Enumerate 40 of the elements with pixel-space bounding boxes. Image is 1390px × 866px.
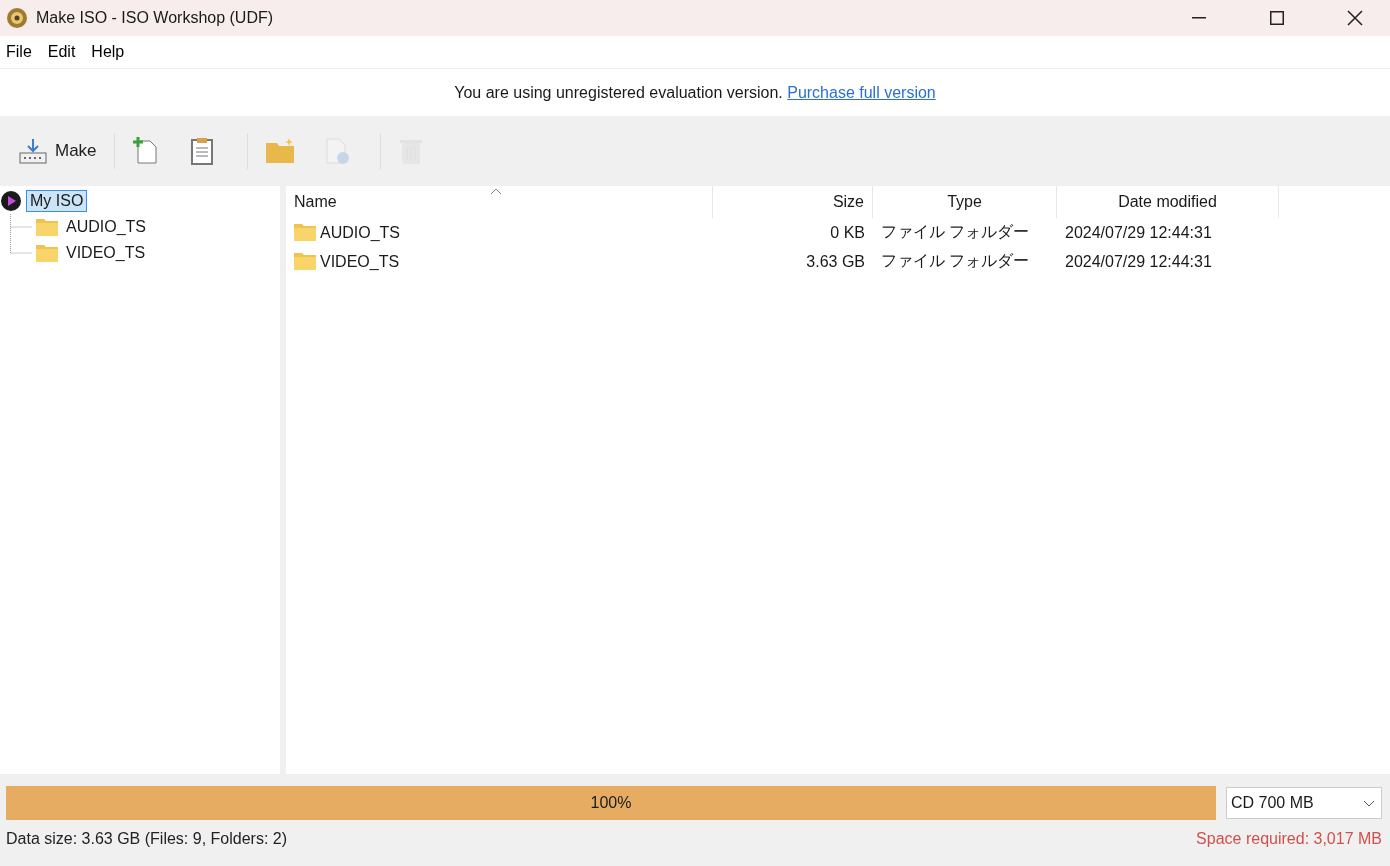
download-disc-icon	[19, 138, 47, 164]
chevron-down-icon	[1363, 799, 1375, 807]
progress-reading: 100%	[590, 794, 632, 812]
menu-item[interactable]: Edit	[41, 41, 82, 63]
maximize-icon	[1270, 11, 1284, 25]
folder-icon	[36, 218, 58, 236]
folder-icon	[294, 253, 316, 270]
table-cell: VIDEO_TS	[320, 252, 400, 271]
app-logo-icon	[6, 7, 28, 29]
menu-item[interactable]: File	[0, 41, 38, 63]
folder-icon	[264, 138, 295, 164]
table-cell-text: ファイル フォルダー	[880, 251, 1031, 271]
tree-item[interactable]: VIDEO_TS	[62, 242, 150, 264]
new-file-icon	[131, 137, 160, 165]
folder-icon	[36, 244, 58, 262]
media-size-dropdown[interactable]: CD 700 MB	[1226, 787, 1382, 819]
data-size-text: Data size: 3.63 GB (Files: 9, Folders: 2)	[6, 830, 287, 848]
table-cell-text: 3.63 GB	[805, 252, 866, 271]
column-header[interactable]: Name	[286, 186, 713, 218]
minimize-icon	[1192, 17, 1206, 19]
table-cell-text: 0 KB	[829, 223, 866, 242]
folder-icon	[294, 224, 316, 241]
disc-logo-icon	[0, 190, 22, 212]
table-cell-text: ファイル フォルダー	[880, 222, 1031, 242]
column-header[interactable]: Date modified	[1057, 186, 1279, 218]
column-header[interactable]: Type	[873, 186, 1057, 218]
table-cell-text: 2024/07/29 12:44:31	[1064, 223, 1213, 242]
window-title: Make ISO - ISO Workshop (UDF)	[36, 9, 275, 27]
table-cell-text: 2024/07/29 12:44:31	[1064, 252, 1213, 271]
menu-item[interactable]: Help	[85, 41, 131, 63]
evaluation-notice: You are using unregistered evaluation version. Purchase full version	[454, 83, 936, 102]
tree-item[interactable]: My ISO	[26, 190, 88, 212]
space-required-text: Space required: 3,017 MB	[1196, 830, 1382, 848]
clipboard-icon	[189, 137, 214, 165]
table-cell: AUDIO_TS	[320, 223, 400, 242]
tree-item[interactable]: AUDIO_TS	[62, 216, 150, 238]
close-icon	[1347, 10, 1363, 26]
purchase-link[interactable]: Purchase full version	[787, 83, 936, 101]
make-button[interactable]: Make	[10, 126, 106, 176]
column-header[interactable]: Size	[713, 186, 873, 218]
